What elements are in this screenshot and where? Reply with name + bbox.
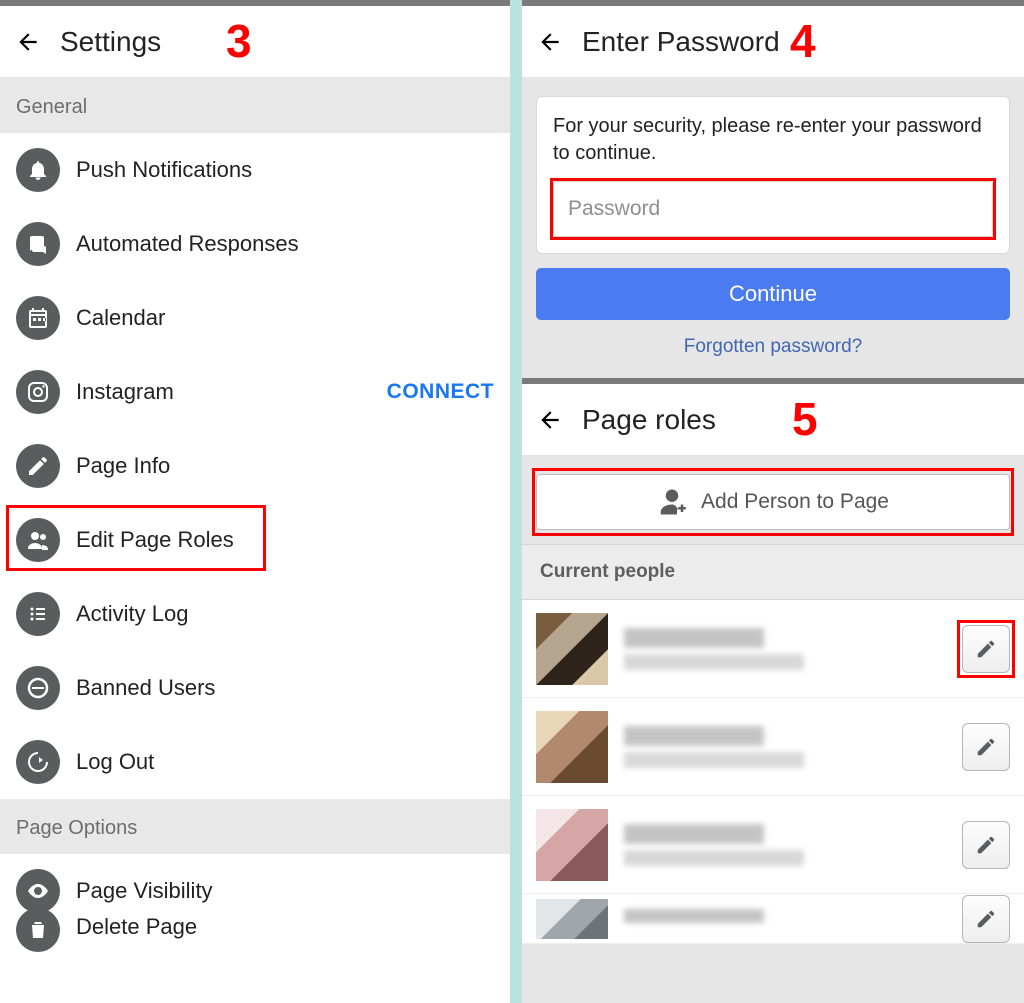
current-people-label: Current people <box>522 544 1024 600</box>
settings-title: Settings <box>60 26 161 58</box>
menu-label: Banned Users <box>76 675 494 701</box>
avatar <box>536 809 608 881</box>
menu-label: Delete Page <box>76 914 494 940</box>
trash-icon <box>16 908 60 952</box>
edit-person-button[interactable] <box>962 821 1010 869</box>
menu-automated-responses[interactable]: Automated Responses <box>0 207 510 281</box>
menu-delete-page[interactable]: Delete Page <box>0 928 510 958</box>
settings-header: Settings 3 <box>0 6 510 78</box>
person-plus-icon <box>657 487 687 517</box>
page-options-menu: Page Visibility Delete Page <box>0 854 510 958</box>
menu-label: Page Info <box>76 453 494 479</box>
menu-calendar[interactable]: Calendar <box>0 281 510 355</box>
instagram-icon <box>16 370 60 414</box>
banned-icon <box>16 666 60 710</box>
edit-person-button[interactable] <box>962 625 1010 673</box>
section-page-options: Page Options <box>0 799 510 854</box>
password-card: For your security, please re-enter your … <box>536 96 1010 254</box>
eye-icon <box>16 869 60 913</box>
password-input[interactable] <box>553 181 993 237</box>
menu-log-out[interactable]: Log Out <box>0 725 510 799</box>
menu-label: Page Visibility <box>76 878 494 904</box>
menu-page-info[interactable]: Page Info <box>0 429 510 503</box>
person-name <box>624 726 962 768</box>
menu-label: Instagram <box>76 379 387 405</box>
avatar <box>536 899 608 939</box>
settings-menu: Push Notifications Automated Responses C… <box>0 133 510 799</box>
menu-instagram[interactable]: Instagram CONNECT <box>0 355 510 429</box>
avatar <box>536 613 608 685</box>
calendar-icon <box>16 296 60 340</box>
menu-label: Edit Page Roles <box>76 527 494 553</box>
person-row <box>522 600 1024 698</box>
person-name <box>624 628 962 670</box>
menu-edit-page-roles[interactable]: Edit Page Roles <box>0 503 510 577</box>
people-list <box>522 600 1024 944</box>
list-icon <box>16 592 60 636</box>
edit-person-button[interactable] <box>962 895 1010 943</box>
chat-icon <box>16 222 60 266</box>
roles-title: Page roles <box>582 404 716 436</box>
menu-label: Activity Log <box>76 601 494 627</box>
edit-person-button[interactable] <box>962 723 1010 771</box>
menu-banned-users[interactable]: Banned Users <box>0 651 510 725</box>
step-number-4: 4 <box>790 14 816 68</box>
person-name <box>624 909 962 929</box>
menu-label: Automated Responses <box>76 231 494 257</box>
menu-label: Push Notifications <box>76 157 494 183</box>
continue-button[interactable]: Continue <box>536 268 1010 320</box>
menu-activity-log[interactable]: Activity Log <box>0 577 510 651</box>
forgotten-password-link[interactable]: Forgotten password? <box>522 336 1024 358</box>
password-title: Enter Password <box>582 26 780 58</box>
logout-icon <box>16 740 60 784</box>
add-person-label: Add Person to Page <box>701 490 889 514</box>
menu-push-notifications[interactable]: Push Notifications <box>0 133 510 207</box>
password-header: Enter Password 4 <box>522 6 1024 78</box>
pencil-icon <box>16 444 60 488</box>
person-name <box>624 824 962 866</box>
password-prompt: For your security, please re-enter your … <box>553 113 993 167</box>
roles-header: Page roles 5 <box>522 384 1024 456</box>
person-row <box>522 894 1024 944</box>
right-pane: Enter Password 4 For your security, plea… <box>522 0 1024 1003</box>
menu-label: Calendar <box>76 305 494 331</box>
step-number-3: 3 <box>226 14 252 68</box>
settings-pane: Settings 3 General Push Notifications Au… <box>0 0 510 1003</box>
person-row <box>522 796 1024 894</box>
add-person-button[interactable]: Add Person to Page <box>536 474 1010 530</box>
back-icon[interactable] <box>536 28 564 56</box>
pane-divider <box>510 0 522 1003</box>
person-row <box>522 698 1024 796</box>
continue-label: Continue <box>729 281 817 307</box>
back-icon[interactable] <box>14 28 42 56</box>
avatar <box>536 711 608 783</box>
menu-label: Log Out <box>76 749 494 775</box>
instagram-connect-link[interactable]: CONNECT <box>387 380 494 404</box>
section-general: General <box>0 78 510 133</box>
step-number-5: 5 <box>792 392 818 446</box>
back-icon[interactable] <box>536 406 564 434</box>
bell-icon <box>16 148 60 192</box>
people-icon <box>16 518 60 562</box>
